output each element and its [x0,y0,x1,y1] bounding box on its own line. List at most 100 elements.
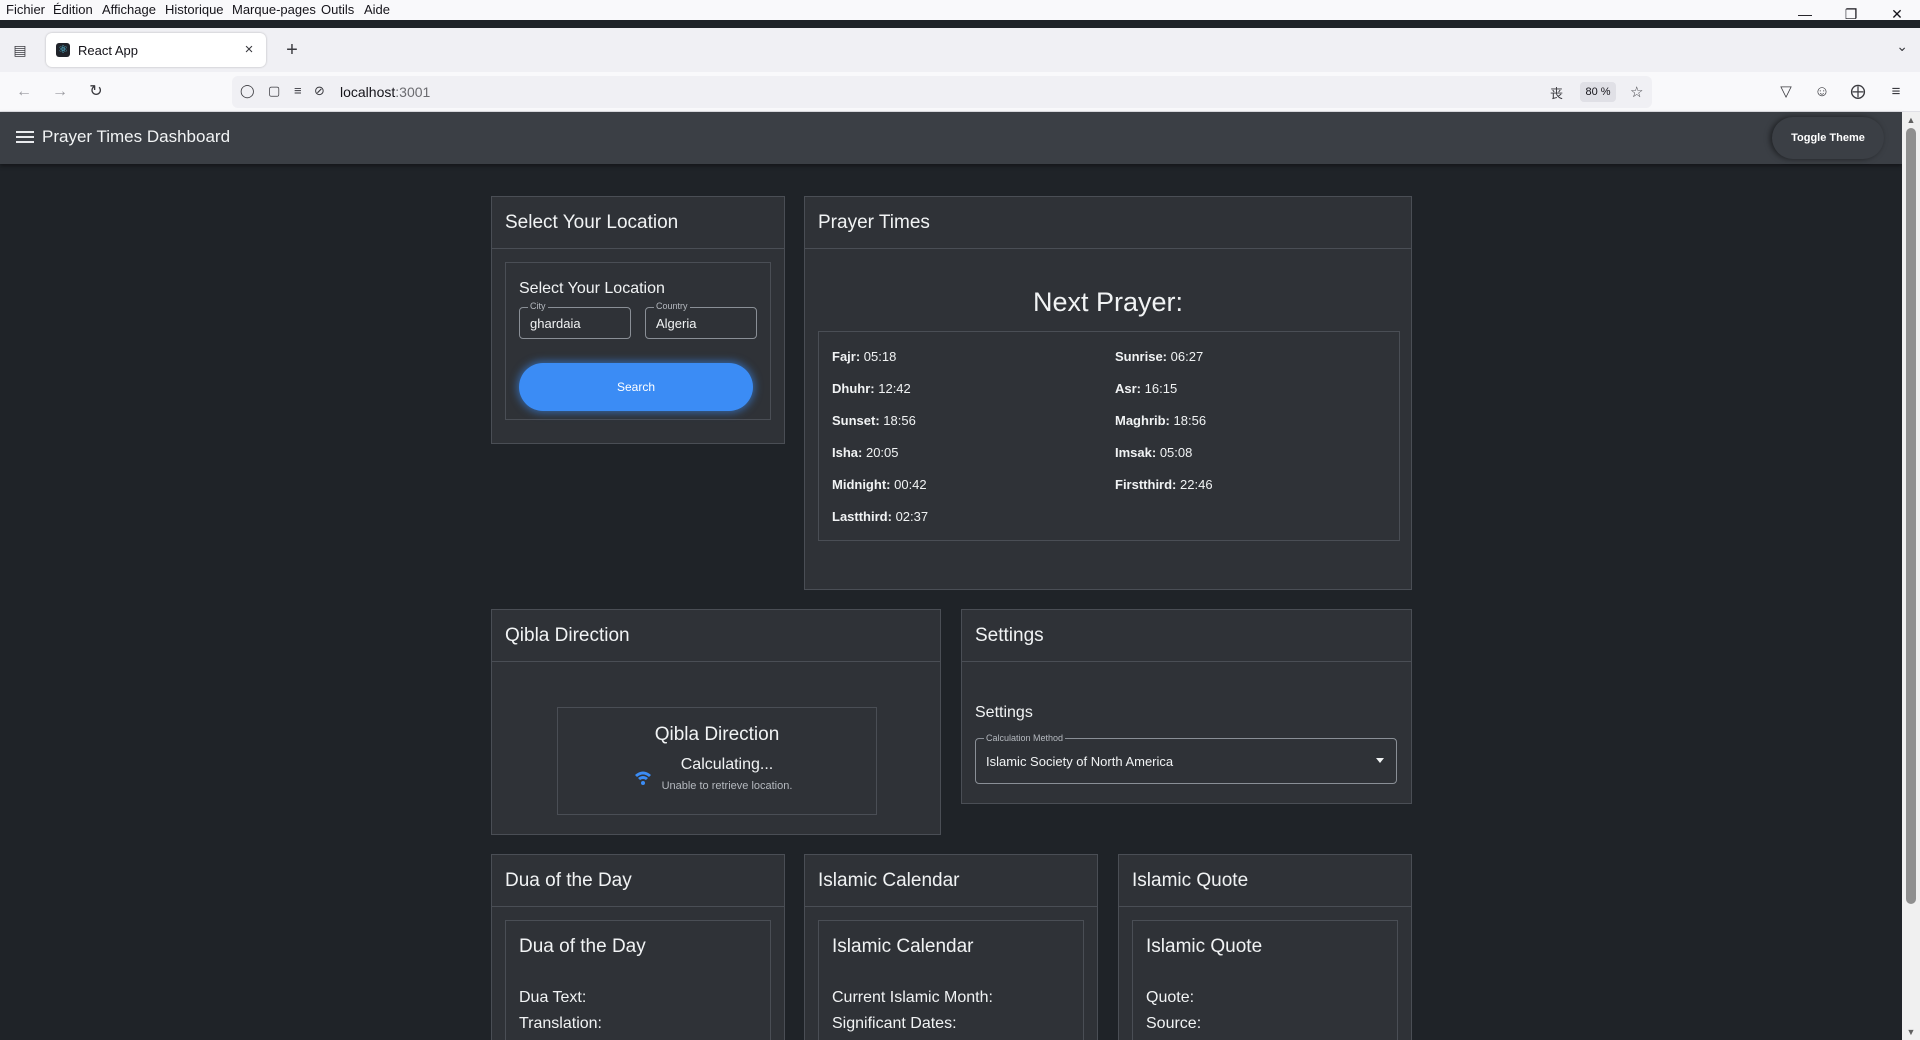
pocket-icon[interactable]: ▽ [1774,80,1798,104]
country-field[interactable]: Country Algeria [645,301,757,339]
tab-close-icon[interactable]: × [240,41,258,59]
dua-card-title: Dua of the Day [505,870,632,891]
hamburger-menu-icon[interactable]: ≡ [1884,80,1908,104]
calendar-card-title: Islamic Calendar [818,870,960,891]
prayer-times-title: Prayer Times [818,212,930,233]
menu-marque-pages[interactable]: Marque-pages [232,2,316,17]
quote-card-header: Islamic Quote [1119,855,1411,907]
dua-panel-title: Dua of the Day [519,936,646,957]
location-form: Select Your Location City ghardaia Count… [505,262,771,420]
new-tab-icon[interactable]: + [280,38,304,62]
menu-historique[interactable]: Historique [165,2,224,17]
prayer-time-item: Midnight: 00:42 [832,477,927,492]
calculation-method-value: Islamic Society of North America [986,754,1174,769]
menu-icon[interactable] [16,128,34,146]
scroll-down-icon[interactable]: ▼ [1902,1024,1920,1040]
quote-card: Islamic Quote Islamic Quote Quote: Sourc… [1118,854,1412,1040]
islamic-month-label: Current Islamic Month: [832,989,993,1006]
qibla-card-header: Qibla Direction [492,610,940,662]
settings-card: Settings Settings Calculation Method Isl… [961,609,1412,804]
shield-icon[interactable]: ◯ [240,83,255,99]
forward-icon[interactable]: → [48,80,72,104]
prayer-time-item: Asr: 16:15 [1115,381,1178,396]
qibla-card-title: Qibla Direction [505,625,630,646]
significant-dates-label: Significant Dates: [832,1015,957,1032]
menu-affichage[interactable]: Affichage [102,2,156,17]
prayer-time-item: Firstthird: 22:46 [1115,477,1213,492]
prayer-time-item: Lastthird: 02:37 [832,509,929,524]
country-value[interactable]: Algeria [656,316,696,331]
qibla-card: Qibla Direction Qibla Direction Calculat… [491,609,941,835]
tab-list-icon[interactable]: ▤ [10,40,30,60]
prayer-time-item: Dhuhr: 12:42 [832,381,911,396]
react-favicon-icon: ⚛ [56,43,70,57]
menu-bar: Fichier Édition Affichage Historique Mar… [0,0,1920,20]
url-bar[interactable]: ◯ ▢ ≡ ⊘ localhost:3001 丧 80 % ☆ [232,76,1652,108]
quote-card-title: Islamic Quote [1132,870,1249,891]
settings-section-title: Settings [975,704,1033,721]
tab-bar: ▤ ⚛ React App × + ⌄ [0,28,1920,72]
calendar-card-header: Islamic Calendar [805,855,1097,907]
dropdown-arrow-icon [1376,758,1384,763]
app-bar: Prayer Times Dashboard Toggle Theme [0,112,1902,164]
page-scrollbar[interactable]: ▲ ▼ [1902,112,1920,1040]
calculation-method-select[interactable]: Calculation Method Islamic Society of No… [975,733,1397,784]
prayer-time-item: Fajr: 05:18 [832,349,897,364]
scroll-up-icon[interactable]: ▲ [1902,112,1920,128]
tracking-icon[interactable]: ⊘ [314,83,325,99]
translate-icon[interactable]: 丧 [1550,83,1563,102]
country-label: Country [654,301,690,311]
dua-text-label: Dua Text: [519,989,587,1006]
source-label: Source: [1146,1015,1202,1032]
url-text[interactable]: localhost:3001 [340,84,430,100]
account-icon[interactable]: ☺ [1810,80,1834,104]
scrollbar-thumb[interactable] [1906,128,1916,904]
extensions-icon[interactable]: ⨁ [1846,80,1870,104]
menu-edition[interactable]: Édition [53,2,93,17]
qibla-status: Calculating... [680,756,774,773]
chevron-down-icon[interactable]: ⌄ [1896,38,1908,55]
dua-card: Dua of the Day Dua of the Day Dua Text: … [491,854,785,1040]
prayer-time-item: Maghrib: 18:56 [1115,413,1207,428]
tab-title: React App [78,43,138,58]
city-value[interactable]: ghardaia [530,316,581,331]
menu-aide[interactable]: Aide [364,2,390,17]
prayer-time-item: Imsak: 05:08 [1115,445,1193,460]
bookmark-star-icon[interactable]: ☆ [1630,83,1643,101]
toggle-theme-button[interactable]: Toggle Theme [1772,117,1884,159]
reload-icon[interactable]: ↻ [84,80,108,104]
prayer-time-item: Sunrise: 06:27 [1115,349,1204,364]
permissions-icon[interactable]: ≡ [294,83,302,98]
settings-card-header: Settings [962,610,1411,662]
search-button[interactable]: Search [519,363,753,411]
app-title: Prayer Times Dashboard [42,127,231,146]
zoom-level[interactable]: 80 % [1580,82,1616,102]
city-field[interactable]: City ghardaia [519,301,631,339]
tab-react-app[interactable]: ⚛ React App × [46,33,266,67]
menu-outils[interactable]: Outils [321,2,354,17]
settings-card-title: Settings [975,625,1044,646]
location-form-title: Select Your Location [519,280,665,297]
city-label: City [528,301,548,311]
calculation-method-label: Calculation Method [984,733,1066,743]
qibla-error: Unable to retrieve location. [661,780,793,792]
qibla-panel-title: Qibla Direction [654,724,780,745]
prayer-time-item: Sunset: 18:56 [832,413,916,428]
location-card: Select Your Location Select Your Locatio… [491,196,785,444]
calendar-panel: Islamic Calendar Current Islamic Month: … [818,920,1084,1040]
prayer-time-item: Isha: 20:05 [832,445,899,460]
navigation-bar: ← → ↻ ◯ ▢ ≡ ⊘ localhost:3001 丧 80 % ☆ ▽ … [0,72,1920,112]
calendar-card: Islamic Calendar Islamic Calendar Curren… [804,854,1098,1040]
back-icon[interactable]: ← [12,80,36,104]
restore-icon[interactable]: ❐ [1828,0,1874,28]
location-card-title: Select Your Location [505,212,679,233]
minimize-icon[interactable]: — [1782,0,1828,28]
dua-card-header: Dua of the Day [492,855,784,907]
close-window-icon[interactable]: ✕ [1874,0,1920,28]
dua-panel: Dua of the Day Dua Text: Translation: [505,920,771,1040]
quote-panel-title: Islamic Quote [1146,936,1263,957]
location-card-header: Select Your Location [492,197,784,249]
page-icon[interactable]: ▢ [268,83,280,99]
menu-fichier[interactable]: Fichier [6,2,45,17]
dua-translation-label: Translation: [519,1015,602,1032]
